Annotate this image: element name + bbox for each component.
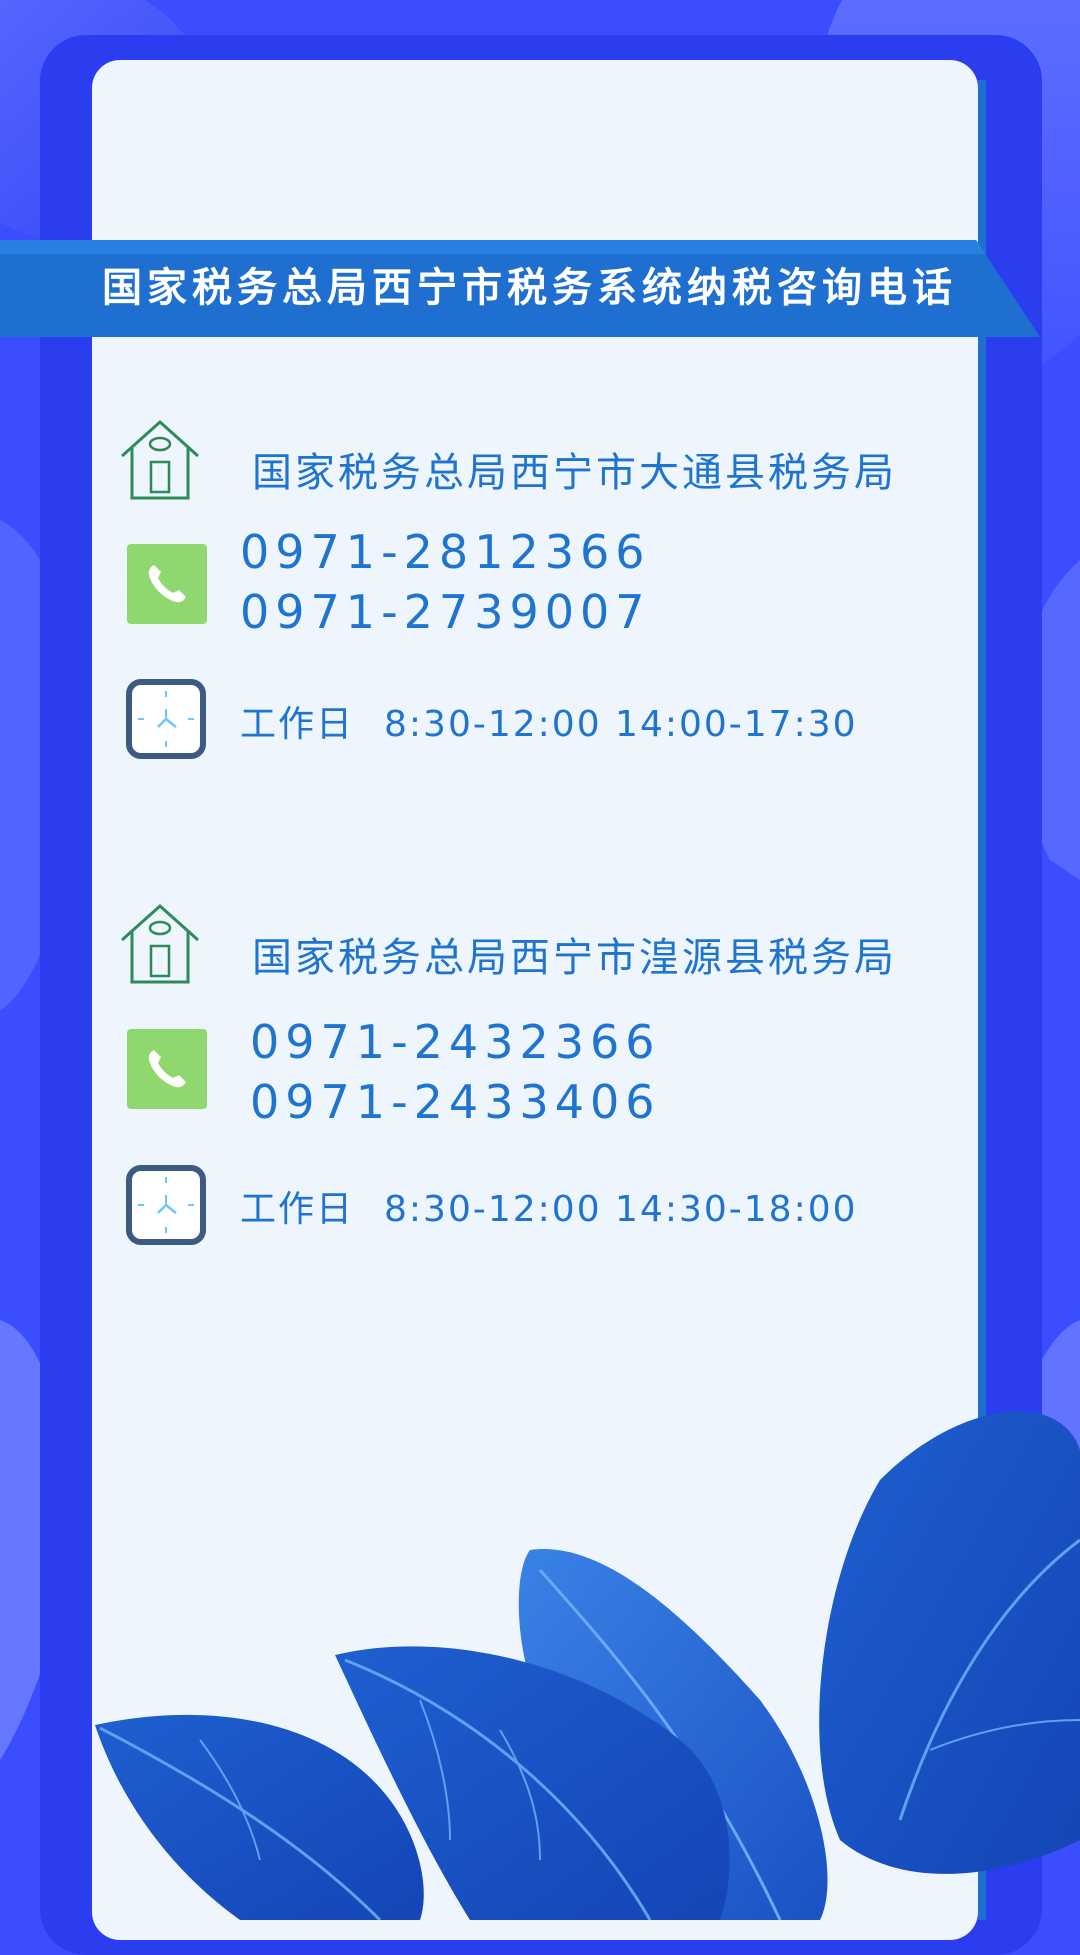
phone-number[interactable]: 0971-2433406 — [250, 1075, 661, 1129]
office-name: 国家税务总局西宁市湟源县税务局 — [252, 935, 897, 981]
house-icon — [120, 419, 200, 500]
title-ribbon: 国家税务总局西宁市税务系统纳税咨询电话 — [0, 240, 1040, 337]
phone-icon — [127, 544, 207, 624]
phone-icon — [127, 1029, 207, 1109]
clock-icon — [126, 1165, 206, 1245]
working-hours: 工作日 8:30-12:00 14:30-18:00 — [240, 1180, 858, 1232]
hours-label: 工作日 — [240, 704, 355, 745]
phone-number[interactable]: 0971-2432366 — [250, 1015, 661, 1069]
hours-value: 8:30-12:00 14:30-18:00 — [384, 1189, 858, 1230]
house-icon — [120, 903, 200, 984]
hours-value: 8:30-12:00 14:00-17:30 — [384, 704, 858, 745]
phone-number[interactable]: 0971-2739007 — [240, 585, 651, 639]
phone-number[interactable]: 0971-2812366 — [240, 525, 651, 579]
page-title: 国家税务总局西宁市税务系统纳税咨询电话 — [102, 265, 957, 311]
leaf-decoration — [95, 1411, 1080, 1920]
hours-label: 工作日 — [240, 1189, 355, 1230]
office-name: 国家税务总局西宁市大通县税务局 — [252, 450, 897, 496]
working-hours: 工作日 8:30-12:00 14:00-17:30 — [240, 695, 858, 747]
clock-icon — [126, 679, 206, 759]
